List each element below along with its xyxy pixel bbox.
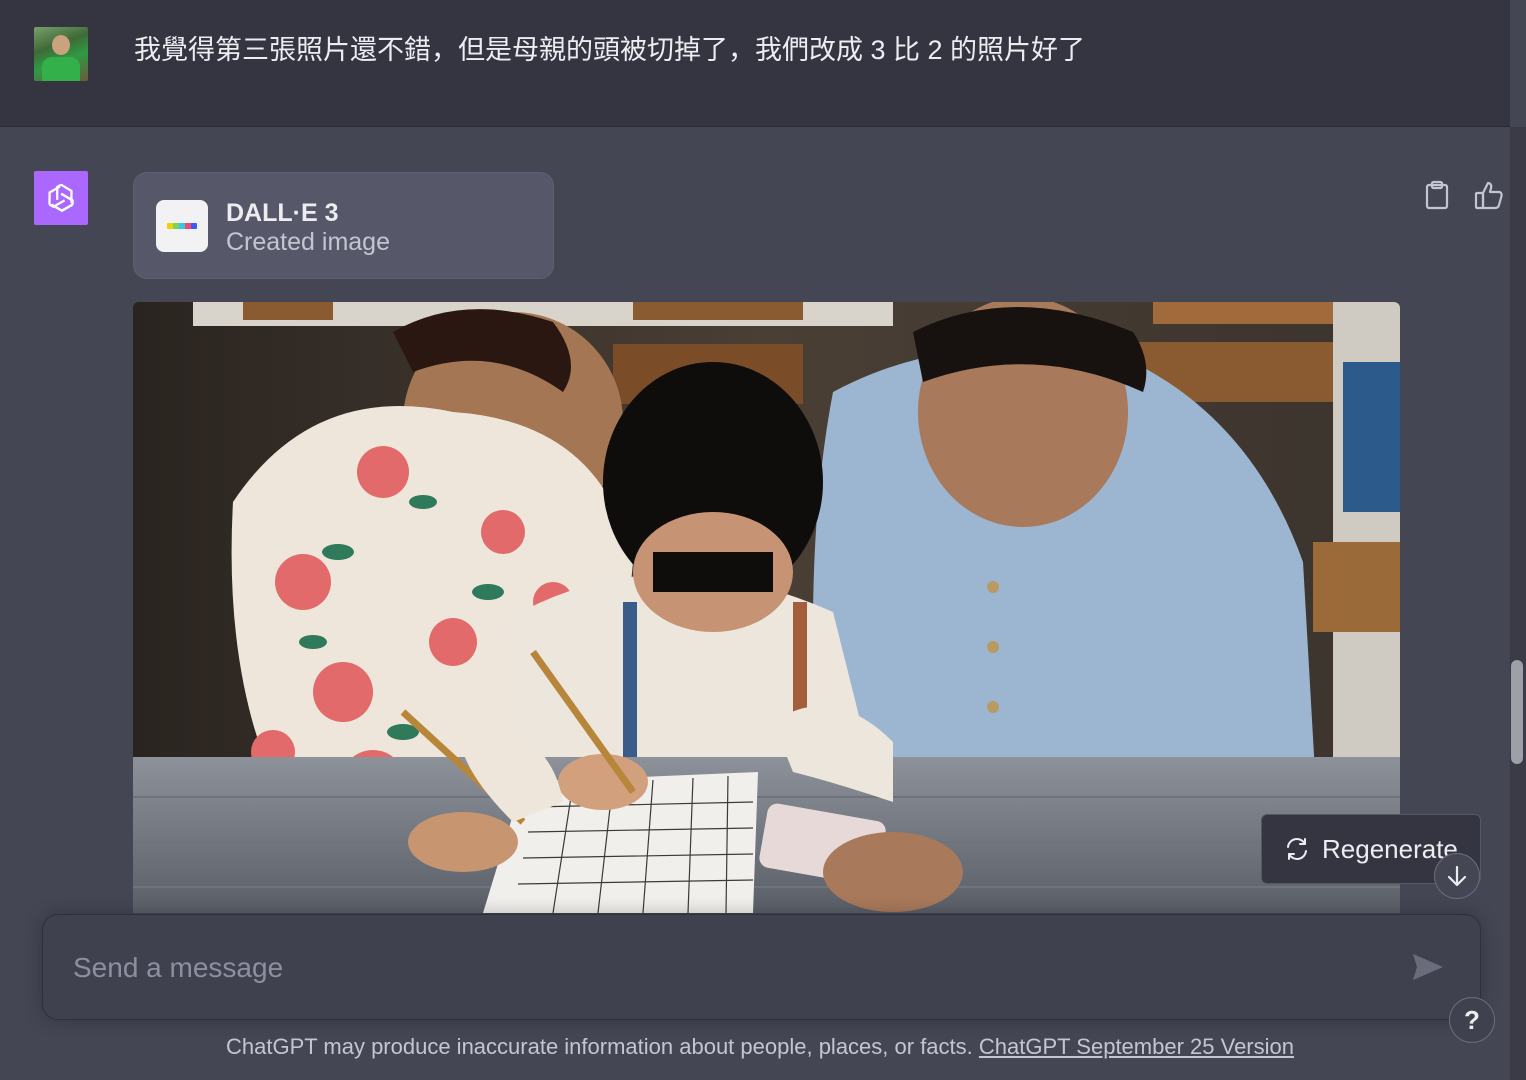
generated-image[interactable] bbox=[133, 302, 1400, 913]
openai-logo-icon bbox=[34, 171, 88, 225]
send-icon bbox=[1411, 952, 1445, 982]
footer-disclaimer: ChatGPT may produce inaccurate informati… bbox=[0, 1034, 1520, 1060]
scroll-to-bottom-button[interactable] bbox=[1434, 853, 1480, 899]
refresh-icon bbox=[1284, 836, 1310, 862]
help-button[interactable]: ? bbox=[1449, 997, 1495, 1043]
user-avatar bbox=[34, 27, 88, 81]
tool-status: Created image bbox=[226, 228, 390, 256]
version-link[interactable]: ChatGPT September 25 Version bbox=[979, 1034, 1294, 1059]
scrollbar-track[interactable] bbox=[1510, 127, 1526, 1080]
user-message-row: 我覺得第三張照片還不錯，但是母親的頭被切掉了，我們改成 3 比 2 的照片好了 bbox=[0, 0, 1510, 127]
regenerate-label: Regenerate bbox=[1322, 833, 1458, 864]
dalle-color-bar-icon bbox=[156, 200, 208, 252]
thumbs-up-icon[interactable] bbox=[1474, 179, 1504, 211]
tool-name: DALL·E 3 bbox=[226, 199, 339, 227]
message-actions bbox=[1422, 179, 1504, 211]
user-message-text: 我覺得第三張照片還不錯，但是母親的頭被切掉了，我們改成 3 比 2 的照片好了 bbox=[134, 35, 1086, 65]
message-composer bbox=[42, 914, 1481, 1020]
disclaimer-text: ChatGPT may produce inaccurate informati… bbox=[225, 1034, 973, 1059]
send-button[interactable] bbox=[1405, 947, 1451, 987]
dalle-tool-card[interactable]: DALL·E 3 Created image bbox=[133, 172, 554, 279]
message-input[interactable] bbox=[71, 945, 1375, 991]
arrow-down-icon bbox=[1446, 864, 1468, 888]
scrollbar-thumb[interactable] bbox=[1511, 660, 1523, 764]
clipboard-icon[interactable] bbox=[1422, 179, 1452, 211]
